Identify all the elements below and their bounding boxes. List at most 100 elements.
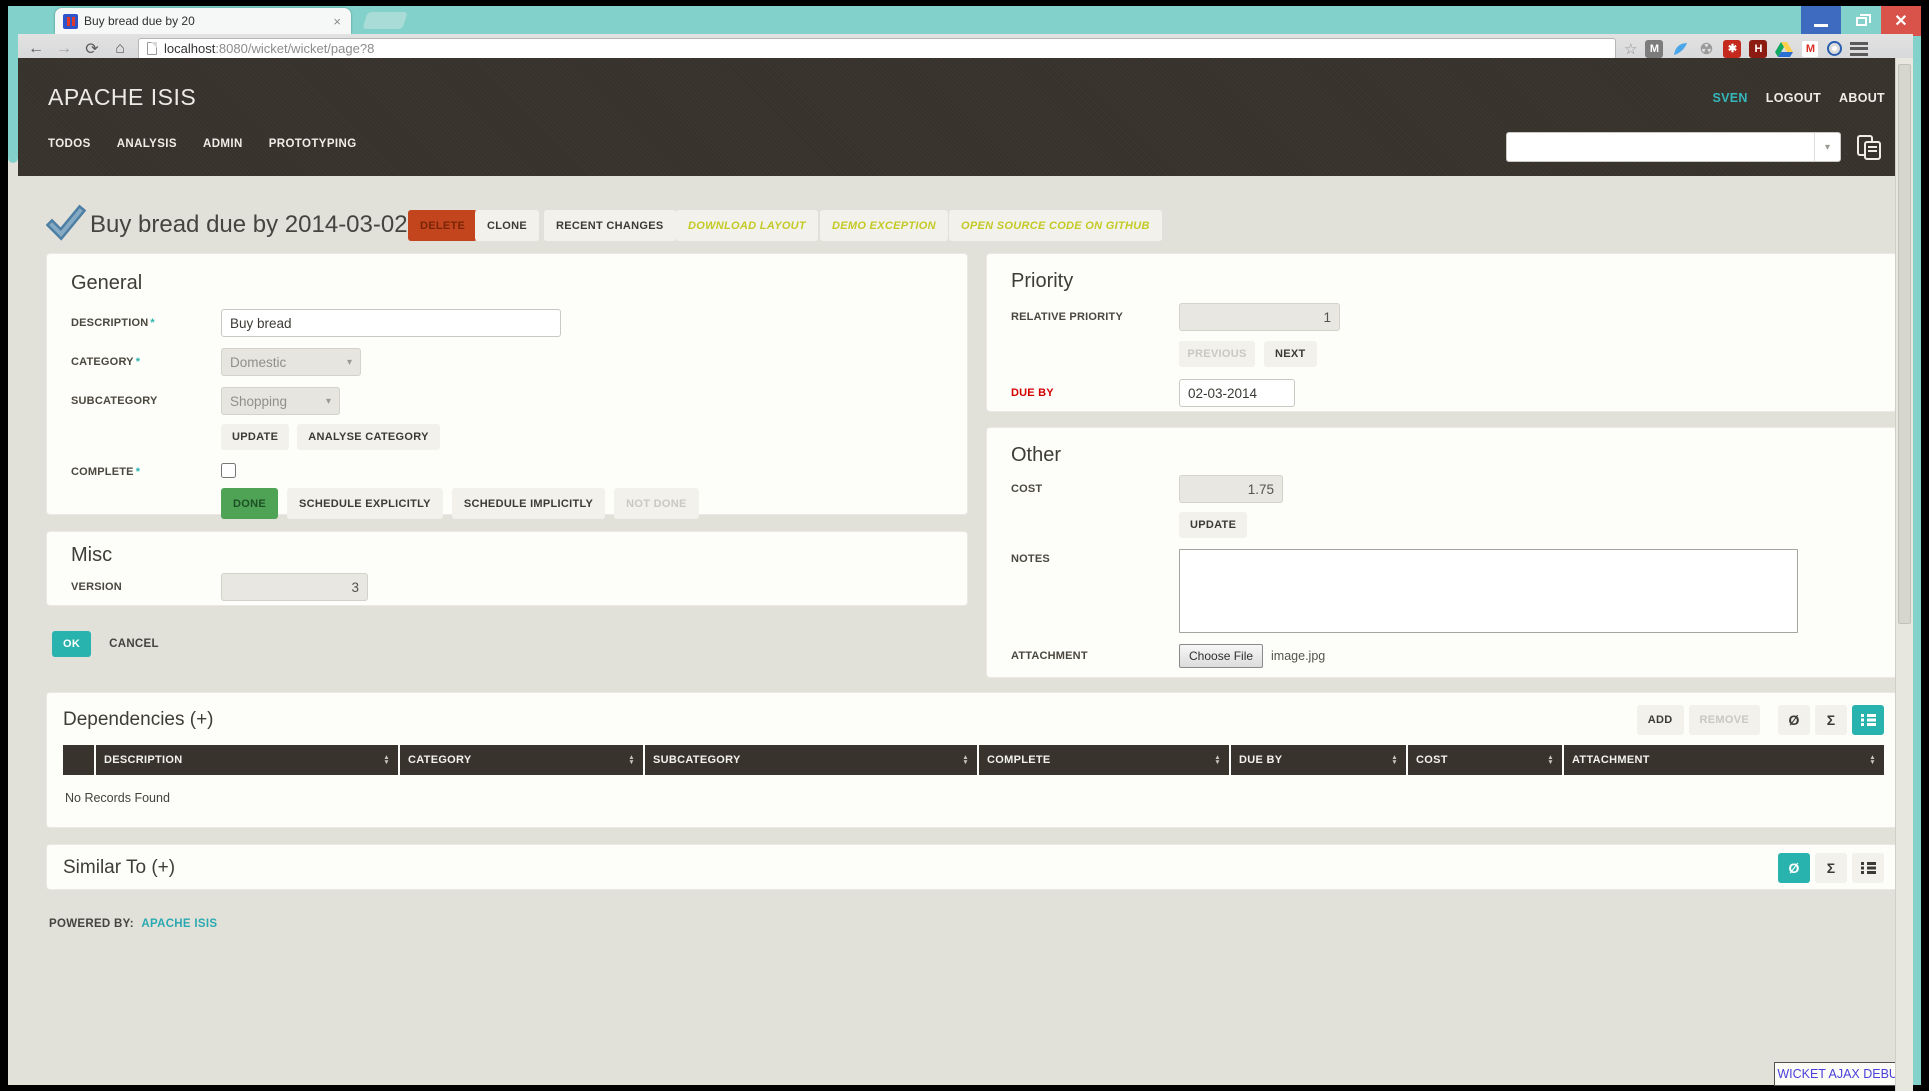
update-cost-button[interactable]: UPDATE xyxy=(1179,512,1247,538)
forward-icon[interactable]: → xyxy=(54,40,74,58)
version-label: VERSION xyxy=(71,581,221,593)
sort-icon[interactable]: ▲▼ xyxy=(1547,755,1554,766)
subcategory-select: Shopping▾ xyxy=(221,387,340,415)
remove-button: REMOVE xyxy=(1689,705,1760,735)
clone-button[interactable]: CLONE xyxy=(475,210,539,241)
home-icon[interactable]: ⌂ xyxy=(110,40,130,58)
update-button[interactable]: UPDATE xyxy=(221,424,289,450)
nav-item-todos[interactable]: TODOS xyxy=(48,138,91,150)
extension-gmail-icon[interactable]: M xyxy=(1801,40,1819,58)
summary-sigma-icon[interactable]: Σ xyxy=(1815,705,1847,735)
app-header: APACHE ISIS SVEN LOGOUT ABOUT TODOS ANAL… xyxy=(18,58,1903,176)
chevron-down-icon[interactable]: ▾ xyxy=(1814,133,1840,161)
list-view-icon[interactable] xyxy=(1852,853,1884,883)
due-by-input[interactable] xyxy=(1179,379,1295,407)
cancel-button[interactable]: CANCEL xyxy=(109,638,159,650)
extension-radiation-icon[interactable]: ☢ xyxy=(1697,40,1715,58)
summary-sigma-icon[interactable]: Σ xyxy=(1815,853,1847,883)
notes-textarea[interactable] xyxy=(1179,549,1798,633)
hide-columns-icon[interactable]: Ø xyxy=(1778,705,1810,735)
complete-checkbox[interactable] xyxy=(221,463,236,478)
sort-icon[interactable]: ▲▼ xyxy=(1869,755,1876,766)
app-brand[interactable]: APACHE ISIS xyxy=(48,84,196,111)
column-header-description[interactable]: DESCRIPTION▲▼ xyxy=(96,745,398,775)
dependencies-heading: Dependencies (+) xyxy=(63,709,1637,731)
about-link[interactable]: ABOUT xyxy=(1839,91,1885,105)
logout-link[interactable]: LOGOUT xyxy=(1766,91,1821,105)
ok-button[interactable]: OK xyxy=(52,631,91,657)
wicket-ajax-debug-button[interactable]: WICKET AJAX DEBUG xyxy=(1774,1062,1911,1086)
sort-icon[interactable]: ▲▼ xyxy=(628,755,635,766)
scrollbar-thumb[interactable] xyxy=(1898,64,1911,624)
refresh-icon[interactable]: ⟳ xyxy=(82,39,102,59)
delete-button[interactable]: DELETE xyxy=(408,210,477,241)
choose-file-button[interactable]: Choose File xyxy=(1179,644,1263,668)
hide-columns-icon[interactable]: Ø xyxy=(1778,853,1810,883)
sort-icon[interactable]: ▲▼ xyxy=(962,755,969,766)
extension-gray-m-icon[interactable]: M xyxy=(1645,40,1663,58)
previous-button: PREVIOUS xyxy=(1179,341,1255,367)
restore-button[interactable] xyxy=(1841,6,1881,36)
extension-lastpass-icon[interactable]: ✱ xyxy=(1723,40,1741,58)
minimize-button[interactable] xyxy=(1801,6,1841,36)
recent-changes-button[interactable]: RECENT CHANGES xyxy=(544,210,676,241)
address-bar[interactable]: localhost:8080/wicket/wicket/page?8 xyxy=(138,38,1616,60)
column-header-subcategory[interactable]: SUBCATEGORY▲▼ xyxy=(645,745,977,775)
column-header-attachment[interactable]: ATTACHMENT▲▼ xyxy=(1564,745,1884,775)
subcategory-label: SUBCATEGORY xyxy=(71,395,221,407)
new-tab-button[interactable] xyxy=(362,12,408,29)
dependencies-panel: Dependencies (+) ADD REMOVE Ø Σ DESCRIPT… xyxy=(46,692,1901,828)
user-menu[interactable]: SVEN xyxy=(1713,91,1748,105)
nav-item-prototyping[interactable]: PROTOTYPING xyxy=(269,138,357,150)
header-search-input[interactable] xyxy=(1507,133,1814,161)
extension-shutter-icon[interactable] xyxy=(1827,41,1842,56)
category-select: Domestic▾ xyxy=(221,348,361,376)
copy-pages-icon[interactable] xyxy=(1855,134,1885,162)
column-header-cost[interactable]: COST▲▼ xyxy=(1408,745,1562,775)
version-input xyxy=(221,573,368,601)
header-search-combobox[interactable]: ▾ xyxy=(1506,132,1841,162)
extension-drive-icon[interactable] xyxy=(1775,40,1793,58)
browser-tab[interactable]: Buy bread due by 20 × xyxy=(55,8,351,34)
list-view-icon[interactable] xyxy=(1852,705,1884,735)
similar-to-heading: Similar To (+) xyxy=(63,857,1778,879)
description-label: DESCRIPTION* xyxy=(71,317,221,329)
tab-close-icon[interactable]: × xyxy=(331,14,343,29)
analyse-category-button[interactable]: ANALYSE CATEGORY xyxy=(297,424,440,450)
bookmark-star-icon[interactable]: ☆ xyxy=(1624,40,1637,58)
nav-item-analysis[interactable]: ANALYSIS xyxy=(117,138,177,150)
cost-input xyxy=(1179,475,1283,503)
sort-icon[interactable]: ▲▼ xyxy=(1214,755,1221,766)
extension-h-icon[interactable]: H xyxy=(1749,40,1767,58)
open-source-github-button[interactable]: OPEN SOURCE CODE ON GITHUB xyxy=(949,210,1162,241)
next-button[interactable]: NEXT xyxy=(1264,341,1317,367)
not-done-button: NOT DONE xyxy=(614,488,698,519)
column-header-complete[interactable]: COMPLETE▲▼ xyxy=(979,745,1229,775)
column-header-category[interactable]: CATEGORY▲▼ xyxy=(400,745,643,775)
misc-heading: Misc xyxy=(71,544,943,567)
column-header-dueby[interactable]: DUE BY▲▼ xyxy=(1231,745,1406,775)
cost-label: COST xyxy=(1011,483,1179,495)
general-heading: General xyxy=(71,272,943,295)
sort-icon[interactable]: ▲▼ xyxy=(1391,755,1398,766)
extension-feather-icon[interactable] xyxy=(1671,40,1689,58)
similar-to-panel: Similar To (+) Ø Σ xyxy=(46,844,1901,890)
close-button[interactable]: ✕ xyxy=(1881,6,1921,36)
todo-check-icon xyxy=(46,204,86,244)
demo-exception-button[interactable]: DEMO EXCEPTION xyxy=(820,210,948,241)
misc-panel: Misc VERSION xyxy=(46,531,968,606)
done-button[interactable]: DONE xyxy=(221,488,278,519)
description-input[interactable] xyxy=(221,309,561,337)
apache-isis-link[interactable]: APACHE ISIS xyxy=(141,918,217,930)
sort-icon[interactable]: ▲▼ xyxy=(383,755,390,766)
back-icon[interactable]: ← xyxy=(26,40,46,58)
schedule-implicitly-button[interactable]: SCHEDULE IMPLICITLY xyxy=(452,488,605,519)
app-footer: POWERED BY: APACHE ISIS xyxy=(49,918,217,930)
download-layout-button[interactable]: DOWNLOAD LAYOUT xyxy=(676,210,818,241)
add-button[interactable]: ADD xyxy=(1637,705,1684,735)
browser-menu-icon[interactable] xyxy=(1850,42,1868,56)
schedule-explicitly-button[interactable]: SCHEDULE EXPLICITLY xyxy=(287,488,443,519)
nav-item-admin[interactable]: ADMIN xyxy=(203,138,243,150)
due-by-label: DUE BY xyxy=(1011,387,1179,399)
scrollbar[interactable] xyxy=(1895,58,1913,1091)
